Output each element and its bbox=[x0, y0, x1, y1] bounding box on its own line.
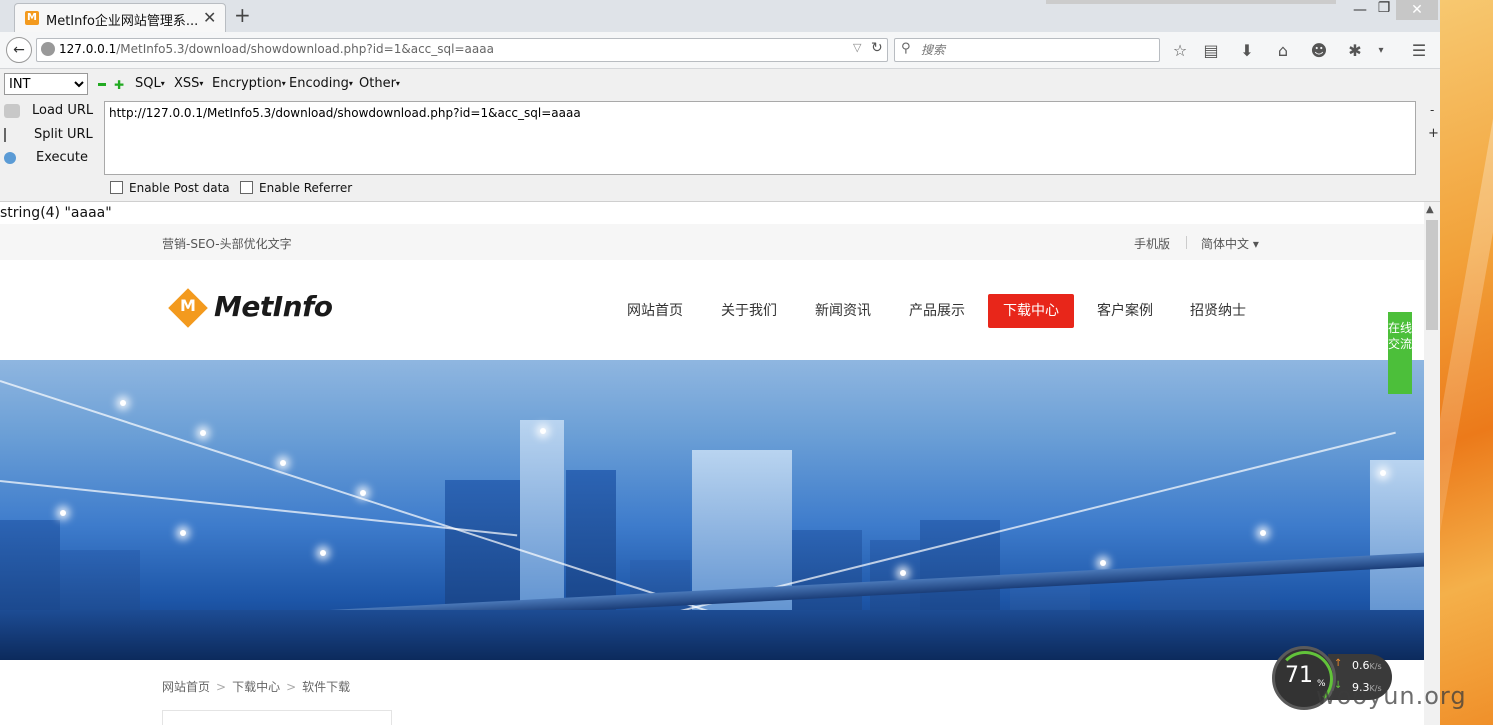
new-tab-button[interactable]: + bbox=[234, 3, 251, 27]
language-selector[interactable]: 简体中文 ▾ bbox=[1201, 235, 1259, 252]
sidebar-box bbox=[162, 710, 392, 725]
search-icon: ⚲ bbox=[901, 41, 911, 56]
checkbox-box[interactable] bbox=[240, 181, 253, 194]
title-strip bbox=[1046, 0, 1336, 4]
metinfo-favicon-icon: M bbox=[25, 11, 39, 25]
tab-bar: M MetInfo企业网站管理系... ✕ + — ❐ ✕ bbox=[0, 0, 1440, 33]
back-button[interactable]: ← bbox=[6, 37, 32, 63]
star-icon[interactable]: ☆ bbox=[1169, 40, 1191, 62]
breadcrumb-download[interactable]: 下载中心 bbox=[232, 680, 280, 694]
load-url-button[interactable]: Load URL bbox=[4, 103, 93, 118]
nav-jobs[interactable]: 招贤纳士 bbox=[1180, 294, 1256, 328]
breadcrumb: 网站首页 > 下载中心 > 软件下载 bbox=[162, 678, 350, 695]
close-window-button[interactable]: ✕ bbox=[1396, 0, 1438, 20]
divider bbox=[1186, 236, 1187, 249]
scissors-icon bbox=[4, 127, 14, 142]
debug-output: string(4) "aaaa" bbox=[0, 205, 112, 221]
watermark: wooyun.org bbox=[1316, 682, 1467, 710]
split-url-label: Split URL bbox=[34, 127, 93, 142]
url-bar[interactable]: 127.0.0.1/MetInfo5.3/download/showdownlo… bbox=[36, 38, 888, 62]
nav-products[interactable]: 产品展示 bbox=[899, 294, 975, 328]
desktop-background bbox=[1386, 0, 1493, 725]
nav-news[interactable]: 新闻资讯 bbox=[805, 294, 881, 328]
scroll-up-icon[interactable]: ▲ bbox=[1426, 204, 1434, 215]
mobile-link[interactable]: 手机版 bbox=[1134, 235, 1170, 252]
logo-letter: M bbox=[180, 296, 196, 315]
search-bar[interactable]: ⚲ bbox=[894, 38, 1160, 62]
load-url-label: Load URL bbox=[32, 103, 94, 118]
breadcrumb-separator: > bbox=[216, 680, 227, 694]
home-icon[interactable]: ⌂ bbox=[1272, 40, 1294, 62]
play-icon bbox=[4, 151, 16, 164]
tab-close-icon[interactable]: ✕ bbox=[203, 8, 216, 27]
shrink-button[interactable]: - bbox=[1430, 103, 1434, 117]
seo-text: 营销-SEO-头部优化文字 bbox=[162, 237, 292, 251]
site-header: M MetInfo 网站首页 关于我们 新闻资讯 产品展示 下载中心 客户案例 … bbox=[0, 260, 1424, 360]
breadcrumb-software[interactable]: 软件下载 bbox=[302, 680, 350, 694]
nav-home[interactable]: 网站首页 bbox=[617, 294, 693, 328]
globe-icon bbox=[41, 42, 55, 56]
load-url-icon bbox=[4, 103, 20, 118]
plus-icon[interactable]: ✚ bbox=[114, 78, 124, 92]
type-select[interactable]: INT bbox=[4, 73, 88, 95]
dropdown-icon[interactable]: ▾ bbox=[1370, 40, 1392, 62]
breadcrumb-home[interactable]: 网站首页 bbox=[162, 680, 210, 694]
url-dropdown-icon[interactable]: ▽ bbox=[853, 41, 861, 54]
enable-referrer-label: Enable Referrer bbox=[259, 181, 353, 195]
menu-label: Encoding bbox=[289, 76, 349, 91]
menu-label: SQL bbox=[135, 76, 161, 91]
cpu-percent: 71 bbox=[1285, 663, 1313, 688]
search-input[interactable] bbox=[919, 40, 1153, 60]
expand-button[interactable]: + bbox=[1428, 126, 1439, 141]
url-path: /MetInfo5.3/download/showdownload.php?id… bbox=[116, 42, 494, 56]
upload-unit: K/s bbox=[1369, 662, 1382, 671]
menu-icon[interactable]: ☰ bbox=[1408, 40, 1430, 62]
checkbox-box[interactable] bbox=[110, 181, 123, 194]
reload-icon[interactable]: ↻ bbox=[871, 40, 883, 56]
nav-cases[interactable]: 客户案例 bbox=[1087, 294, 1163, 328]
execute-label: Execute bbox=[36, 150, 88, 165]
nav-about[interactable]: 关于我们 bbox=[711, 294, 787, 328]
textarea-url: http://127.0.0.1/MetInfo5.3/download/sho… bbox=[109, 106, 581, 120]
menu-xss[interactable]: XSS▾ bbox=[174, 76, 203, 91]
split-url-button[interactable]: Split URL bbox=[4, 127, 93, 142]
site-topbar: 营销-SEO-头部优化文字 手机版 简体中文 ▾ bbox=[0, 224, 1424, 261]
url-host: 127.0.0.1 bbox=[59, 42, 117, 56]
maximize-button[interactable]: ❐ bbox=[1372, 0, 1396, 16]
bug-icon[interactable]: ✱ bbox=[1344, 40, 1366, 62]
scrollbar-thumb[interactable] bbox=[1426, 220, 1438, 330]
menu-encoding[interactable]: Encoding▾ bbox=[289, 76, 353, 91]
upload-speed: 0.6K/s bbox=[1352, 659, 1382, 672]
upload-value: 0.6 bbox=[1352, 659, 1370, 672]
execute-button[interactable]: Execute bbox=[4, 150, 88, 165]
menu-label: XSS bbox=[174, 76, 200, 91]
menu-label: Encryption bbox=[212, 76, 282, 91]
navigation-bar: ← 127.0.0.1/MetInfo5.3/download/showdown… bbox=[0, 32, 1440, 69]
online-chat-button[interactable]: 在线交流 bbox=[1388, 312, 1412, 394]
enable-post-label: Enable Post data bbox=[129, 181, 230, 195]
minimize-button[interactable]: — bbox=[1348, 2, 1372, 18]
minus-icon[interactable] bbox=[98, 83, 106, 86]
page-content: string(4) "aaaa" 营销-SEO-头部优化文字 手机版 简体中文 … bbox=[0, 202, 1424, 725]
clipboard-icon[interactable]: ▤ bbox=[1200, 40, 1222, 62]
menu-other[interactable]: Other▾ bbox=[359, 76, 400, 91]
url-textarea[interactable]: http://127.0.0.1/MetInfo5.3/download/sho… bbox=[104, 101, 1416, 175]
menu-encryption[interactable]: Encryption▾ bbox=[212, 76, 286, 91]
tab-title: MetInfo企业网站管理系... bbox=[46, 14, 199, 29]
url-text[interactable]: 127.0.0.1/MetInfo5.3/download/showdownlo… bbox=[59, 42, 494, 56]
smiley-icon[interactable]: ☻ bbox=[1308, 40, 1330, 62]
menu-label: Other bbox=[359, 76, 396, 91]
browser-window: M MetInfo企业网站管理系... ✕ + — ❐ ✕ ← 127.0.0.… bbox=[0, 0, 1440, 725]
browser-tab[interactable]: M MetInfo企业网站管理系... ✕ bbox=[14, 3, 226, 33]
breadcrumb-separator: > bbox=[286, 680, 297, 694]
download-icon[interactable]: ⬇ bbox=[1236, 40, 1258, 62]
enable-referrer-checkbox[interactable]: Enable Referrer bbox=[240, 181, 352, 195]
city-banner-image bbox=[0, 360, 1424, 660]
nav-download-active[interactable]: 下载中心 bbox=[988, 294, 1074, 328]
logo-text[interactable]: MetInfo bbox=[214, 290, 333, 323]
enable-post-checkbox[interactable]: Enable Post data bbox=[110, 181, 230, 195]
menu-sql[interactable]: SQL▾ bbox=[135, 76, 165, 91]
hackbar-panel: INT ✚ SQL▾ XSS▾ Encryption▾ Encoding▾ Ot… bbox=[0, 69, 1440, 202]
upload-arrow-icon: ↑ bbox=[1334, 658, 1343, 669]
